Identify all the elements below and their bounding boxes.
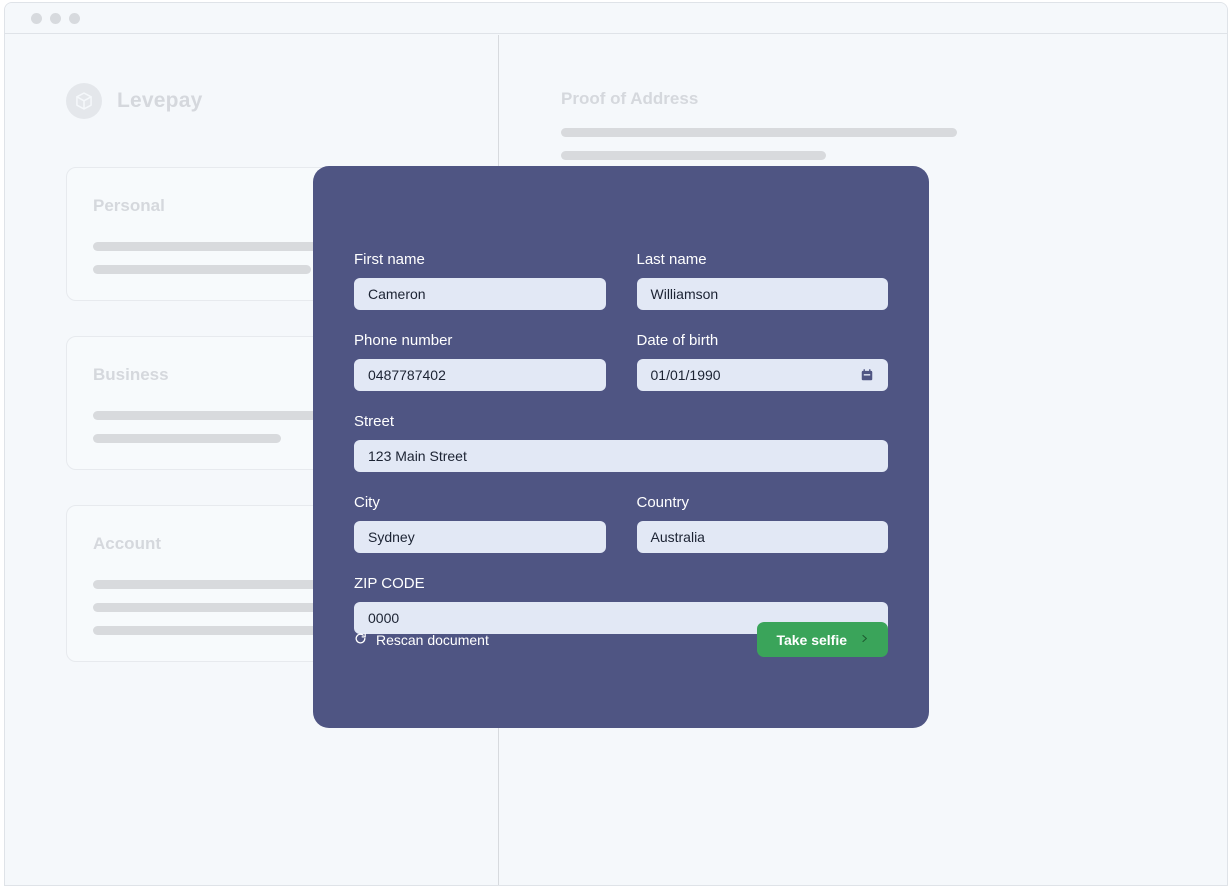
form-row-phone-dob: Phone number 0487787402 Date of birth 01… bbox=[354, 332, 888, 391]
input-value: 01/01/1990 bbox=[650, 367, 721, 383]
input-value: Australia bbox=[650, 529, 705, 545]
calendar-icon[interactable] bbox=[860, 368, 874, 382]
country-input[interactable]: Australia bbox=[636, 521, 888, 553]
skeleton-group bbox=[561, 128, 957, 160]
last-name-input[interactable]: Williamson bbox=[636, 278, 888, 310]
field-label: Phone number bbox=[354, 332, 453, 349]
minimize-dot[interactable] bbox=[50, 13, 61, 24]
phone-number-input[interactable]: 0487787402 bbox=[354, 359, 606, 391]
field-country: Country Australia bbox=[636, 494, 888, 553]
skeleton-bar bbox=[93, 434, 281, 443]
field-city: City Sydney bbox=[354, 494, 606, 553]
close-dot[interactable] bbox=[31, 13, 42, 24]
cube-icon bbox=[66, 83, 102, 119]
skeleton-bar bbox=[561, 151, 827, 160]
input-value: Sydney bbox=[368, 529, 415, 545]
form-row-name: First name Cameron Last name Williamson bbox=[354, 188, 888, 310]
field-label: City bbox=[354, 494, 380, 511]
field-label: First name bbox=[354, 251, 425, 268]
input-value: Williamson bbox=[650, 286, 719, 302]
skeleton-bar bbox=[93, 265, 312, 274]
section-title-proof-of-address: Proof of Address bbox=[561, 89, 699, 108]
field-date-of-birth: Date of birth 01/01/1990 bbox=[636, 332, 888, 391]
window-controls bbox=[31, 13, 80, 24]
form-row-city-country: City Sydney Country Australia bbox=[354, 494, 888, 553]
field-first-name: First name Cameron bbox=[354, 251, 606, 310]
brand-name: Levepay bbox=[117, 89, 203, 112]
chevron-right-icon bbox=[860, 632, 869, 648]
input-value: Cameron bbox=[368, 286, 426, 302]
field-label: Street bbox=[354, 413, 395, 430]
identity-form-modal: First name Cameron Last name Williamson … bbox=[313, 166, 929, 728]
take-selfie-label: Take selfie bbox=[776, 631, 847, 648]
field-street: Street 123 Main Street bbox=[354, 413, 888, 472]
date-of-birth-input[interactable]: 01/01/1990 bbox=[636, 359, 888, 391]
city-input[interactable]: Sydney bbox=[354, 521, 606, 553]
field-label: ZIP CODE bbox=[354, 575, 425, 592]
field-phone-number: Phone number 0487787402 bbox=[354, 332, 606, 391]
modal-footer: Rescan document Take selfie bbox=[354, 622, 888, 657]
browser-window: Levepay Personal Business Account Proof … bbox=[4, 2, 1228, 886]
brand-logo[interactable]: Levepay bbox=[66, 83, 202, 119]
street-input[interactable]: 123 Main Street bbox=[354, 440, 888, 472]
input-value: 123 Main Street bbox=[368, 448, 467, 464]
maximize-dot[interactable] bbox=[69, 13, 80, 24]
take-selfie-button[interactable]: Take selfie bbox=[757, 622, 888, 657]
first-name-input[interactable]: Cameron bbox=[354, 278, 606, 310]
field-label: Country bbox=[636, 494, 690, 511]
field-label: Date of birth bbox=[636, 332, 719, 349]
title-bar bbox=[5, 3, 1227, 34]
refresh-icon bbox=[354, 632, 367, 648]
rescan-document-button[interactable]: Rescan document bbox=[354, 632, 489, 648]
field-last-name: Last name Williamson bbox=[636, 251, 888, 310]
input-value: 0487787402 bbox=[368, 367, 446, 383]
field-label: Last name bbox=[636, 251, 707, 268]
rescan-label: Rescan document bbox=[376, 631, 489, 648]
skeleton-bar bbox=[561, 128, 957, 137]
form-row-street: Street 123 Main Street bbox=[354, 413, 888, 472]
